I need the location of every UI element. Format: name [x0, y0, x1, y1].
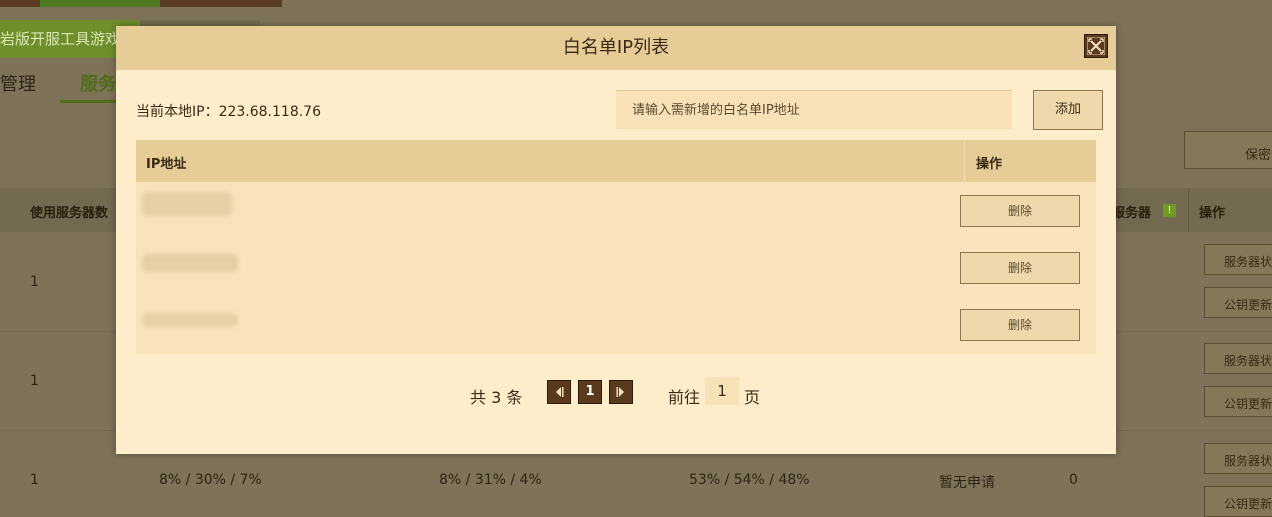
cell-usage-3: 53% / 54% / 48%	[689, 472, 810, 488]
ip-table-header: IP地址 操作	[136, 140, 1096, 182]
top-strip-active	[40, 0, 160, 7]
whitelist-modal: 白名单IP列表 当前本地IP：223.68.118.76 添加 IP地址 操作 …	[116, 26, 1116, 454]
pagination-total: 共 3 条	[470, 388, 523, 407]
page-number-current[interactable]: 1	[578, 380, 602, 404]
th-ip-address: IP地址	[146, 157, 187, 172]
cell-count: 0	[1069, 472, 1078, 488]
ip-input[interactable]	[616, 90, 1012, 129]
delete-button[interactable]: 删除	[960, 195, 1080, 227]
chevron-right-icon	[616, 387, 624, 397]
cell-servers-used: 1	[30, 373, 39, 389]
table-row: •••.•••.•••.••• 删除	[136, 296, 1096, 353]
prev-page-button[interactable]	[547, 380, 571, 404]
local-ip-label: 当前本地IP：223.68.118.76	[136, 104, 321, 120]
goto-page-input[interactable]	[705, 377, 739, 405]
ip-address-blurred: •••.•••.•••.•••	[142, 254, 238, 272]
th-server: 服务器	[1112, 206, 1152, 221]
ip-address-blurred: •••.•••.•••.•••	[142, 313, 238, 327]
page-unit-label: 页	[744, 388, 761, 407]
top-strip	[0, 0, 282, 7]
delete-button[interactable]: 删除	[960, 252, 1080, 284]
cell-usage-2: 8% / 31% / 4%	[439, 472, 542, 488]
save-button[interactable]: 保密	[1184, 131, 1272, 169]
th-action: 操作	[976, 157, 1003, 172]
banner-text: 岩版开服工具游戏	[0, 30, 121, 48]
add-button[interactable]: 添加	[1033, 90, 1103, 130]
cell-servers-used: 1	[30, 274, 39, 290]
cell-status: 暂无申请	[939, 475, 995, 491]
chevron-left-icon	[556, 387, 564, 397]
delete-button[interactable]: 删除	[960, 309, 1080, 341]
modal-title: 白名单IP列表	[562, 37, 670, 58]
cell-servers-used: 1	[30, 472, 39, 488]
key-update-button[interactable]: 公钥更新	[1204, 386, 1272, 417]
close-button[interactable]	[1084, 34, 1108, 58]
cell-usage-1: 8% / 30% / 7%	[159, 472, 262, 488]
key-update-button[interactable]: 公钥更新	[1204, 486, 1272, 517]
tab-underline	[60, 100, 120, 103]
server-status-button[interactable]: 服务器状	[1204, 244, 1272, 275]
modal-header: 白名单IP列表	[116, 26, 1116, 70]
key-update-button[interactable]: 公钥更新	[1204, 287, 1272, 318]
tab-service[interactable]: 服务	[80, 70, 116, 96]
th-actions: 操作	[1199, 206, 1226, 221]
ip-table-body: •••.•••.•••.••• 删除 •••.•••.•••.••• 删除 ••…	[136, 182, 1096, 354]
next-page-button[interactable]	[609, 380, 633, 404]
server-status-button[interactable]: 服务器状	[1204, 343, 1272, 374]
header-divider	[1188, 188, 1189, 232]
header-divider	[964, 140, 965, 182]
server-status-button[interactable]: 服务器状	[1204, 443, 1272, 474]
goto-label: 前往	[668, 388, 701, 407]
table-row: •••.•••.•••.••• 删除	[136, 239, 1096, 296]
th-servers-used: 使用服务器数	[30, 206, 109, 221]
table-row: •••.•••.•••.••• 删除	[136, 182, 1096, 239]
tab-manage[interactable]: 管理	[0, 70, 36, 96]
ip-address-blurred: •••.•••.•••.•••	[142, 192, 232, 216]
close-icon	[1087, 37, 1105, 55]
exclamation-icon[interactable]: !	[1163, 204, 1176, 217]
